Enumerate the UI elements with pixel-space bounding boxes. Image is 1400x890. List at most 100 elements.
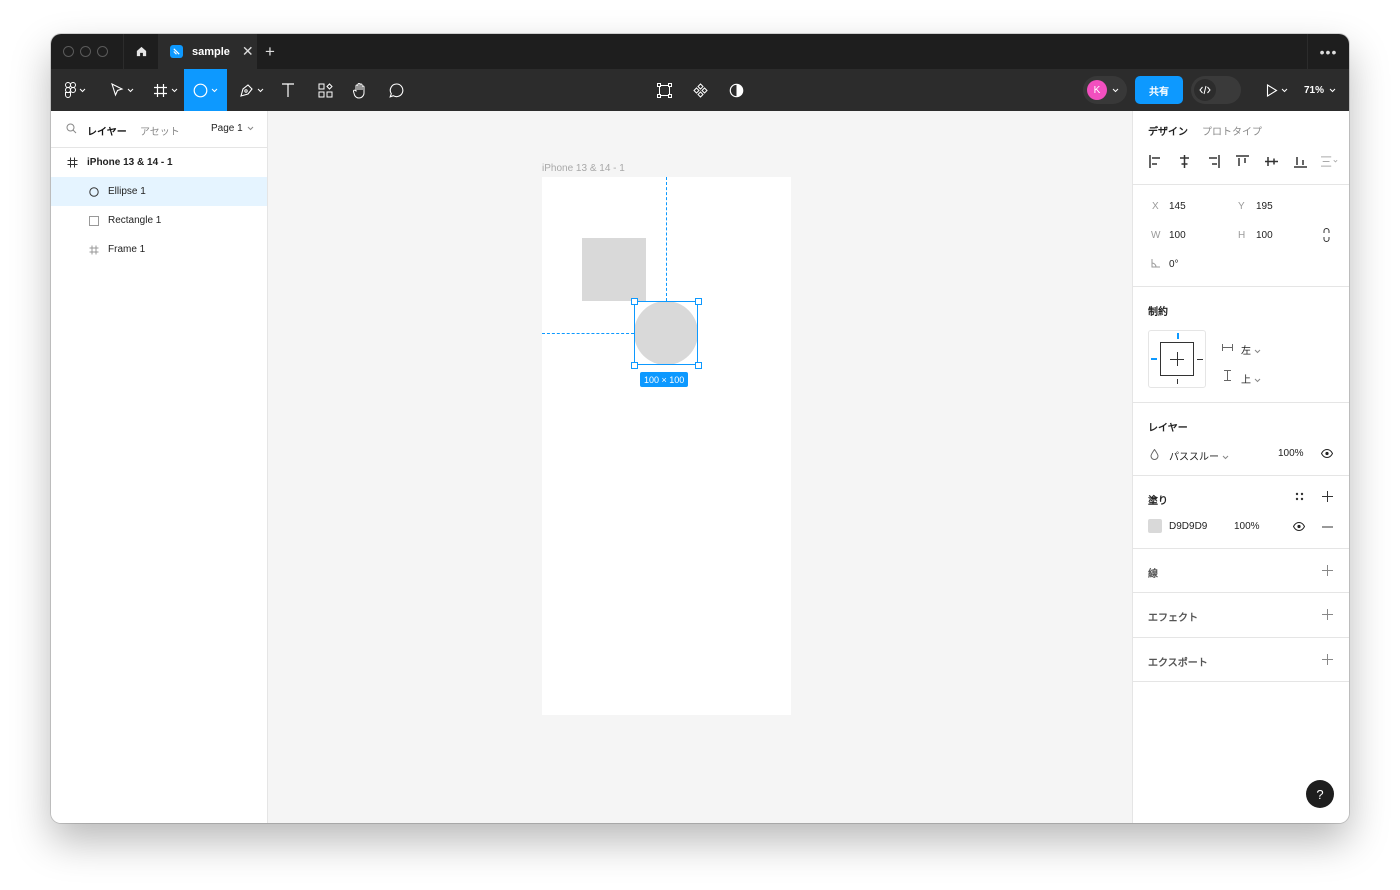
effects-title: エフェクト: [1148, 613, 1198, 624]
vertical-constraint-icon: [1224, 370, 1231, 381]
eye-icon[interactable]: [1321, 449, 1333, 458]
add-effect-icon[interactable]: [1322, 609, 1333, 620]
toolbar: K 共有 71%: [51, 69, 1349, 111]
layer-label: Ellipse 1: [108, 186, 146, 197]
search-icon[interactable]: [66, 123, 77, 134]
resize-handle-top-left[interactable]: [631, 298, 638, 305]
hand-icon: [352, 82, 365, 99]
align-bottom-icon[interactable]: [1292, 153, 1309, 170]
add-tab-button[interactable]: +: [265, 42, 275, 62]
size-badge: 100 × 100: [640, 372, 689, 387]
position-size-section: X 145 Y 195 W 100 H 100 0°: [1133, 185, 1349, 287]
tab-prototype[interactable]: プロトタイプ: [1202, 123, 1262, 138]
shape-tool-button[interactable]: [184, 69, 227, 111]
frame-label[interactable]: iPhone 13 & 14 - 1: [542, 163, 625, 174]
fill-hex-input[interactable]: D9D9D9: [1169, 521, 1207, 532]
chevron-down-icon: [1254, 349, 1261, 354]
constraints-title: 制約: [1148, 307, 1168, 318]
align-top-icon[interactable]: [1234, 153, 1251, 170]
fill-title: 塗り: [1148, 496, 1168, 507]
vertical-constraint-select[interactable]: 上: [1241, 371, 1261, 386]
x-input[interactable]: 145: [1169, 201, 1186, 212]
layer-label: Rectangle 1: [108, 215, 162, 226]
create-component-button[interactable]: [687, 69, 713, 111]
hand-tool-button[interactable]: [347, 69, 373, 111]
resize-handle-bottom-right[interactable]: [695, 362, 702, 369]
distribute-icon[interactable]: [1321, 153, 1338, 170]
home-button[interactable]: [123, 34, 159, 69]
horizontal-constraint-select[interactable]: 左: [1241, 342, 1261, 357]
app-window: sample ✕ + ••• K 共有 71% レイヤー アセット Page 1…: [51, 34, 1349, 823]
multiplayer-avatars[interactable]: K: [1083, 76, 1127, 104]
avatar[interactable]: K: [1087, 80, 1107, 100]
hash-frame-icon: [153, 83, 167, 97]
blend-mode-select[interactable]: パススルー: [1169, 448, 1229, 463]
edit-object-button[interactable]: [651, 69, 677, 111]
zoom-dropdown[interactable]: 71%: [1304, 69, 1336, 111]
frame-icon: [88, 244, 100, 256]
frame-tool-button[interactable]: [147, 69, 183, 111]
style-grid-icon[interactable]: [1295, 492, 1304, 501]
canvas[interactable]: iPhone 13 & 14 - 1 100 × 100: [268, 111, 1132, 823]
resize-handle-top-right[interactable]: [695, 298, 702, 305]
layer-row-iphone-frame[interactable]: iPhone 13 & 14 - 1: [51, 148, 267, 177]
rectangle-shape[interactable]: [582, 238, 646, 301]
rectangle-icon: [88, 215, 100, 227]
more-options-button[interactable]: •••: [1307, 34, 1349, 69]
main-menu-button[interactable]: [59, 69, 91, 111]
text-icon: [282, 83, 294, 97]
page-selector[interactable]: Page 1: [211, 123, 254, 134]
fill-color-swatch[interactable]: [1148, 519, 1162, 533]
design-file-icon: [170, 45, 183, 58]
layer-row-ellipse[interactable]: Ellipse 1: [51, 177, 267, 206]
layer-row-frame[interactable]: Frame 1: [51, 235, 267, 264]
close-tab-icon[interactable]: ✕: [242, 43, 254, 60]
add-stroke-icon[interactable]: [1322, 565, 1333, 576]
comment-tool-button[interactable]: [383, 69, 409, 111]
layer-row-rectangle[interactable]: Rectangle 1: [51, 206, 267, 235]
pen-tool-button[interactable]: [233, 69, 269, 111]
share-button[interactable]: 共有: [1135, 76, 1183, 104]
align-horizontal-center-icon[interactable]: [1176, 153, 1193, 170]
width-input[interactable]: 100: [1169, 230, 1186, 241]
rotation-input[interactable]: 0°: [1169, 259, 1179, 270]
horizontal-constraint-value: 左: [1241, 346, 1251, 357]
resize-handle-bottom-left[interactable]: [631, 362, 638, 369]
remove-fill-icon[interactable]: [1322, 526, 1333, 528]
tab-sample[interactable]: sample ✕: [159, 34, 257, 69]
align-left-icon[interactable]: [1147, 153, 1164, 170]
help-button[interactable]: ?: [1306, 780, 1334, 808]
chevron-down-icon: [248, 126, 254, 131]
close-window-button[interactable]: [63, 46, 74, 57]
height-input[interactable]: 100: [1256, 230, 1273, 241]
selection-box[interactable]: [634, 301, 698, 365]
minimize-window-button[interactable]: [80, 46, 91, 57]
contrast-mask-icon: [729, 83, 743, 97]
tab-design[interactable]: デザイン: [1148, 123, 1188, 138]
constrain-proportions-icon[interactable]: [1323, 228, 1330, 242]
effects-section: エフェクト: [1133, 593, 1349, 638]
tab-assets[interactable]: アセット: [140, 123, 180, 138]
resources-tool-button[interactable]: [312, 69, 338, 111]
ellipse-icon: [193, 83, 208, 97]
dev-mode-toggle[interactable]: [1191, 76, 1241, 104]
stroke-section: 線: [1133, 549, 1349, 593]
tab-layers[interactable]: レイヤー: [87, 123, 127, 138]
iphone-frame[interactable]: 100 × 100: [542, 177, 791, 715]
maximize-window-button[interactable]: [97, 46, 108, 57]
y-input[interactable]: 195: [1256, 201, 1273, 212]
move-tool-button[interactable]: [105, 69, 139, 111]
align-right-icon[interactable]: [1205, 153, 1222, 170]
layer-opacity-input[interactable]: 100%: [1278, 448, 1304, 459]
pen-icon: [239, 83, 253, 97]
add-export-icon[interactable]: [1322, 654, 1333, 665]
mask-button[interactable]: [723, 69, 749, 111]
add-fill-icon[interactable]: [1322, 491, 1333, 502]
fill-opacity-input[interactable]: 100%: [1234, 521, 1260, 532]
align-vertical-center-icon[interactable]: [1263, 153, 1280, 170]
present-button[interactable]: [1262, 69, 1292, 111]
alignment-toolbar: [1147, 153, 1338, 170]
text-tool-button[interactable]: [275, 69, 301, 111]
eye-icon[interactable]: [1293, 522, 1305, 531]
constraint-widget[interactable]: [1148, 330, 1206, 388]
